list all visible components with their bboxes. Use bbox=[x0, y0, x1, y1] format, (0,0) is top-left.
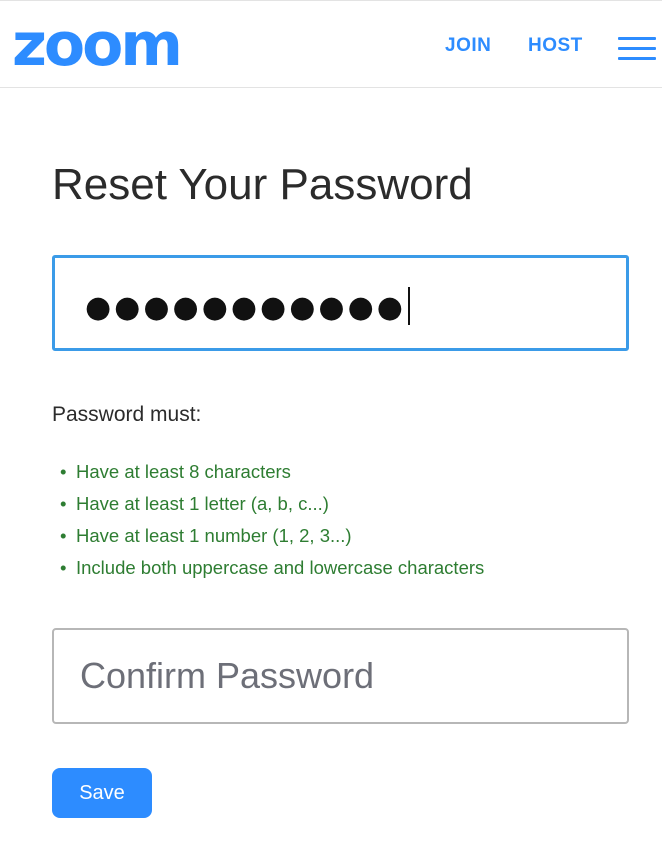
requirement-item: • Include both uppercase and lowercase ch… bbox=[52, 552, 484, 584]
menu-bar bbox=[618, 37, 656, 40]
menu-bar bbox=[618, 57, 656, 60]
bullet-icon: • bbox=[60, 493, 67, 514]
password-value: ●●●●●●●●●●● bbox=[85, 287, 410, 325]
save-button[interactable]: Save bbox=[52, 768, 152, 818]
text-caret bbox=[407, 287, 410, 325]
bullet-icon: • bbox=[60, 557, 67, 578]
new-password-field[interactable]: ●●●●●●●●●●● bbox=[52, 255, 629, 351]
requirement-item: • Have at least 1 letter (a, b, c...) bbox=[52, 488, 484, 520]
hamburger-menu-icon[interactable] bbox=[618, 37, 656, 61]
requirement-item: • Have at least 8 characters bbox=[52, 456, 484, 488]
bullet-icon: • bbox=[60, 525, 67, 546]
confirm-password-input[interactable] bbox=[52, 628, 629, 724]
zoom-logo[interactable]: zoom bbox=[12, 13, 183, 77]
menu-bar bbox=[618, 47, 656, 50]
bullet-icon: • bbox=[60, 461, 67, 482]
page-title: Reset Your Password bbox=[52, 160, 473, 209]
join-link[interactable]: JOIN bbox=[445, 35, 491, 57]
top-header: zoom JOIN HOST bbox=[0, 0, 662, 88]
requirement-item: • Have at least 1 number (1, 2, 3...) bbox=[52, 520, 484, 552]
requirements-heading: Password must: bbox=[52, 403, 202, 426]
requirements-list: • Have at least 8 characters • Have at lea… bbox=[52, 456, 484, 584]
host-link[interactable]: HOST bbox=[528, 35, 583, 57]
